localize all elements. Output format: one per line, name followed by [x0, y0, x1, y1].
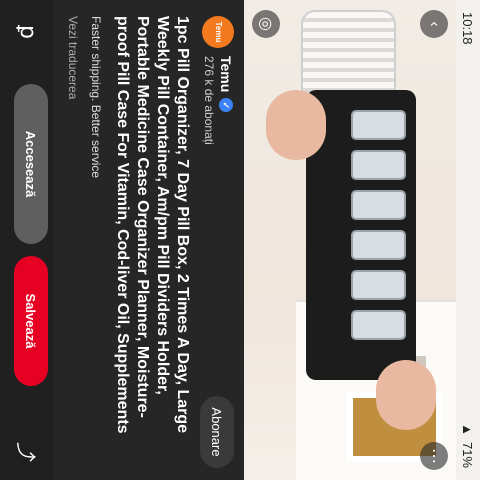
pin-details: Temu Temu ✓ 276 k de abonați Abonare 1pc…: [54, 0, 244, 480]
translate-link[interactable]: Vezi traducerea: [66, 16, 80, 99]
hand-illustration: [376, 360, 436, 430]
visit-button[interactable]: Accesează: [14, 84, 48, 244]
channel-name-row[interactable]: Temu ✓: [218, 56, 234, 113]
signal-icon: ▲: [460, 423, 476, 436]
pin-image[interactable]: ‹ ⋯ ◎: [244, 0, 456, 480]
status-time: 10:18: [460, 12, 476, 45]
hand-illustration: [266, 90, 326, 160]
subscriber-count: 276 k de abonați: [202, 56, 216, 145]
phone-screen: 10:18 ▲ 71% ‹ ⋯ ◎ Temu Temu ✓ 276 k de a…: [0, 0, 480, 480]
follow-button[interactable]: Abonare: [200, 396, 234, 468]
avatar[interactable]: Temu: [202, 16, 234, 48]
pin-subtitle: Faster shipping. Better service: [89, 16, 103, 179]
back-icon[interactable]: ‹: [420, 10, 448, 38]
more-icon[interactable]: ⋯: [420, 442, 448, 470]
status-bar: 10:18 ▲ 71%: [456, 0, 480, 480]
lens-icon[interactable]: ◎: [252, 10, 280, 38]
action-bar: ꝑ Accesează Salvează ⤴: [0, 0, 54, 480]
status-indicators: ▲ 71%: [461, 423, 476, 468]
pin-title: 1pc Pill Organizer, 7 Day Pill Box, 2 Ti…: [114, 16, 191, 434]
verified-icon: ✓: [219, 98, 233, 113]
share-icon[interactable]: ⤴: [13, 442, 42, 462]
channel-name: Temu: [218, 56, 234, 93]
pinterest-logo-icon[interactable]: ꝑ: [14, 18, 42, 46]
save-button[interactable]: Salvează: [14, 256, 48, 386]
battery-level: 71%: [460, 441, 476, 468]
